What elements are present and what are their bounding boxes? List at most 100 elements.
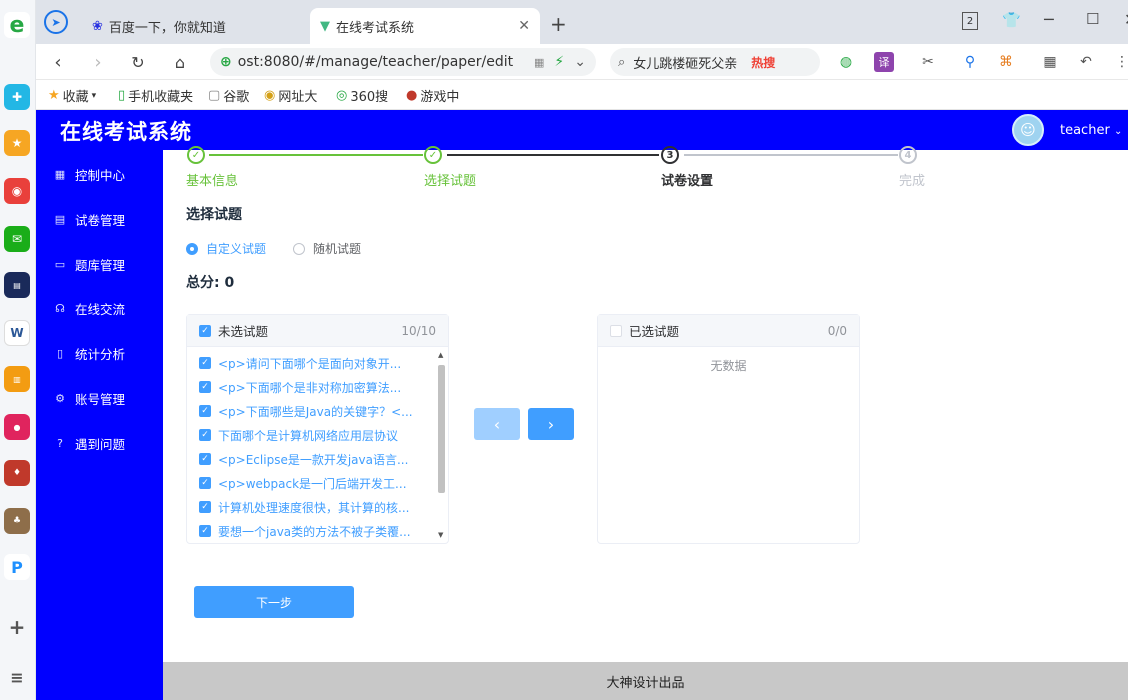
item-checkbox[interactable]: ✓: [199, 429, 211, 441]
sidebar-item-help[interactable]: ? 遇到问题: [54, 433, 125, 453]
list-item[interactable]: ✓ <p>webpack是一门后端开发工...: [187, 471, 431, 495]
sidebar-item-papers[interactable]: ▤ 试卷管理: [54, 209, 125, 229]
step-connector: [684, 154, 898, 156]
shop-icon[interactable]: ●: [4, 414, 30, 440]
menu-icon[interactable]: ≡: [4, 664, 30, 690]
window-close-button[interactable]: ✕: [1124, 10, 1128, 29]
list-item[interactable]: ✓ <p>下面哪些是Java的关键字？<...: [187, 399, 431, 423]
item-checkbox[interactable]: ✓: [199, 453, 211, 465]
next-step-button[interactable]: 下一步: [194, 586, 354, 618]
game-icon[interactable]: ♦: [4, 460, 30, 486]
app-title: 在线考试系统: [60, 120, 192, 144]
bookmark-sites[interactable]: ◉ 网址大: [264, 86, 317, 105]
search-box[interactable]: ⌕ 女儿跳楼砸死父亲 热搜: [610, 48, 820, 76]
item-checkbox[interactable]: ✓: [199, 357, 211, 369]
scroll-up-icon[interactable]: ▲: [438, 351, 443, 359]
bookmark-favorites[interactable]: ★ 收藏 ▾: [48, 86, 96, 105]
compass-icon[interactable]: ➤: [44, 10, 68, 34]
move-left-button[interactable]: ‹: [474, 408, 520, 440]
add-icon[interactable]: +: [4, 614, 30, 640]
panel-header: ✓ 未选试题 10/10: [187, 315, 448, 347]
forward-button[interactable]: ›: [86, 50, 110, 74]
scroll-thumb[interactable]: [438, 365, 445, 493]
bookmark-360[interactable]: ◎ 360搜: [336, 86, 388, 105]
novel-icon[interactable]: ▥: [4, 366, 30, 392]
select-all-checkbox[interactable]: ✓: [199, 324, 211, 337]
sidebar-item-dashboard[interactable]: ▦ 控制中心: [54, 164, 125, 184]
mail-icon[interactable]: ✉: [4, 226, 30, 252]
sidebar-item-statistics[interactable]: ▯ 统计分析: [54, 343, 125, 363]
bookmark-mobile[interactable]: ▯ 手机收藏夹: [118, 86, 193, 105]
game2-icon[interactable]: ♣: [4, 508, 30, 534]
reload-button[interactable]: ↻: [126, 50, 150, 74]
panel-count: 0/0: [827, 323, 847, 338]
list-item[interactable]: ✓ 计算机处理速度很快，其计算的核...: [187, 495, 431, 519]
browser-tab-bar: ➤ ❀ 百度一下，你就知道 ▼ 在线考试系统 ✕ + 2 👕 ─ ☐ ✕: [36, 0, 1128, 44]
total-score: 总分: 0: [186, 275, 235, 291]
radio-custom[interactable]: 自定义试题: [186, 240, 266, 257]
gamepad-icon[interactable]: ⌘: [996, 52, 1016, 72]
tab-count-badge[interactable]: 2: [962, 12, 978, 30]
undo-icon[interactable]: ↶: [1076, 52, 1096, 72]
p-icon[interactable]: P: [4, 554, 30, 580]
more-icon[interactable]: ⋮: [1112, 52, 1128, 72]
panel-count: 10/10: [401, 323, 436, 338]
footer: 大神设计出品: [163, 662, 1128, 700]
chevron-down-icon[interactable]: ⌄: [574, 54, 586, 70]
shirt-icon[interactable]: 👕: [1002, 11, 1021, 29]
radio-dot: [186, 242, 198, 255]
item-checkbox[interactable]: ✓: [199, 381, 211, 393]
step-2-label: 选择试题: [424, 174, 477, 189]
browser-logo-icon[interactable]: e: [4, 12, 30, 38]
tab-exam-system[interactable]: ▼ 在线考试系统 ✕: [310, 8, 540, 44]
list-item[interactable]: ✓ 要想一个java类的方法不被子类覆...: [187, 519, 431, 543]
home-button[interactable]: ⌂: [168, 50, 192, 74]
user-menu[interactable]: teacher ⌄: [1060, 123, 1122, 138]
close-tab-icon[interactable]: ✕: [518, 18, 530, 34]
game-icon: ●: [406, 88, 418, 103]
scroll-down-icon[interactable]: ▼: [438, 531, 443, 539]
grid-icon: ▦: [54, 167, 66, 181]
radio-random[interactable]: 随机试题: [293, 240, 361, 257]
word-icon[interactable]: W: [4, 320, 30, 346]
minimize-button[interactable]: ─: [1044, 10, 1054, 29]
weibo-icon[interactable]: ◉: [4, 178, 30, 204]
avatar[interactable]: ☺: [1012, 114, 1044, 146]
bookmark-google[interactable]: ▢ 谷歌: [208, 86, 249, 105]
sidebar-item-question-bank[interactable]: ▭ 题库管理: [54, 254, 125, 274]
news-icon[interactable]: ▤: [4, 272, 30, 298]
shield-icon[interactable]: ◍: [836, 52, 856, 72]
item-checkbox[interactable]: ✓: [199, 477, 211, 489]
sidebar: ▦ 控制中心 ▤ 试卷管理 ▭ 题库管理 ☊ 在线交流 ▯ 统计分析 ⚙ 账号管理 ? 遇到问…: [36, 150, 163, 700]
bookmark-games[interactable]: ● 游戏中: [406, 86, 459, 105]
main-content: ✓ 基本信息 ✓ 选择试题 3 试卷设置 4 完成 选择试题 自定义试题 随机试…: [163, 146, 1128, 662]
list-item[interactable]: ✓ <p>Eclipse是一款开发java语言...: [187, 447, 431, 471]
back-button[interactable]: ‹: [46, 50, 70, 74]
item-checkbox[interactable]: ✓: [199, 525, 211, 537]
list-item[interactable]: ✓ <p>请问下面哪个是面向对象开...: [187, 351, 431, 375]
star-icon[interactable]: ★: [4, 130, 30, 156]
sidebar-item-accounts[interactable]: ⚙ 账号管理: [54, 388, 125, 408]
maximize-button[interactable]: ☐: [1086, 10, 1099, 28]
magnifier-icon[interactable]: ⚲: [960, 52, 980, 72]
qr-icon[interactable]: ▦: [534, 56, 544, 69]
tab-label: 百度一下，你就知道: [108, 20, 226, 36]
tab-baidu[interactable]: ❀ 百度一下，你就知道: [82, 8, 306, 44]
panel-header: 已选试题 0/0: [598, 315, 859, 347]
item-checkbox[interactable]: ✓: [199, 501, 211, 513]
address-bar[interactable]: ⊕ ost:8080/#/manage/teacher/paper/edit ▦…: [210, 48, 596, 76]
new-tab-button[interactable]: +: [550, 12, 567, 36]
item-checkbox[interactable]: ✓: [199, 405, 211, 417]
sidebar-item-chat[interactable]: ☊ 在线交流: [54, 298, 125, 318]
list-item[interactable]: ✓ 下面哪个是计算机网络应用层协议: [187, 423, 431, 447]
plugin-icon[interactable]: ✚: [4, 84, 30, 110]
list-scrollbar[interactable]: ▲ ▼: [436, 351, 446, 541]
translate-icon[interactable]: 译: [874, 52, 894, 72]
scissors-icon[interactable]: ✂: [918, 52, 938, 72]
list-item[interactable]: ✓ <p>下面哪个是非对称加密算法...: [187, 375, 431, 399]
select-all-checkbox[interactable]: [610, 324, 622, 337]
move-right-button[interactable]: ›: [528, 408, 574, 440]
apps-grid-icon[interactable]: ▦: [1040, 52, 1060, 72]
step-connector: [209, 154, 423, 156]
lightning-icon[interactable]: ⚡: [554, 54, 564, 70]
